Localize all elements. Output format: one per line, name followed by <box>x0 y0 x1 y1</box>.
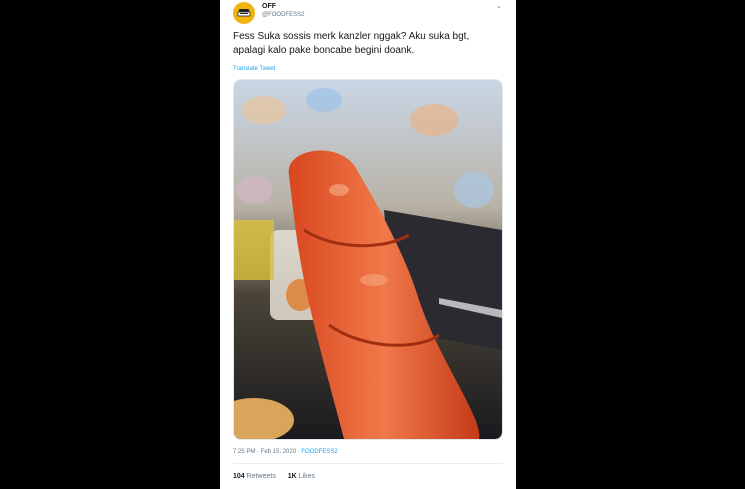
likes-stat[interactable]: 1K Likes <box>288 473 315 480</box>
tweet-text: Fess Suka sossis merk kanzler nggak? Aku… <box>233 31 470 56</box>
tweet-card: OFF @FOODFESS2 ⌄ Fess Suka sossis merk k… <box>220 0 516 489</box>
retweets-stat[interactable]: 104 Retweets <box>233 473 276 480</box>
sausage-photo <box>234 80 502 439</box>
divider <box>233 463 503 464</box>
tweet-source[interactable]: FOODFESS2 <box>301 449 337 455</box>
avatar[interactable] <box>233 2 255 24</box>
translate-tweet-link[interactable]: Translate Tweet <box>233 66 275 72</box>
tweet-stats: 104 Retweets 1K Likes <box>233 473 325 480</box>
tweet-photo[interactable] <box>233 79 503 440</box>
tweet-timestamp[interactable]: 7:25 PM · Feb 15, 2020 · FOODFESS2 <box>233 449 338 455</box>
retweets-label: Retweets <box>246 473 276 480</box>
tweet-time[interactable]: 7:25 PM · Feb 15, 2020 · <box>233 449 301 455</box>
food-logo-icon <box>237 9 251 17</box>
display-name[interactable]: OFF <box>262 3 276 10</box>
user-handle[interactable]: @FOODFESS2 <box>262 12 304 18</box>
chevron-down-icon[interactable]: ⌄ <box>496 2 502 10</box>
likes-count: 1K <box>287 473 297 480</box>
retweets-count: 104 <box>233 473 245 480</box>
likes-label: Likes <box>298 473 316 480</box>
